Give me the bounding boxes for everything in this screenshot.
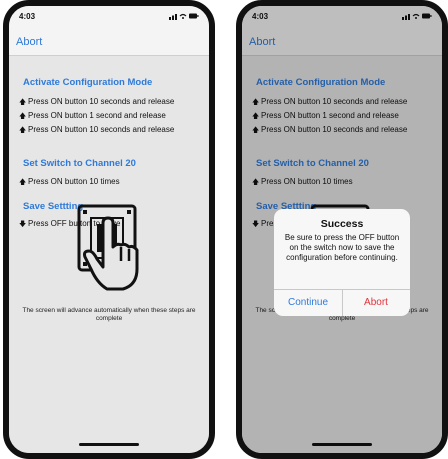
- continue-button[interactable]: Continue: [274, 289, 342, 316]
- alert-abort-button[interactable]: Abort: [342, 289, 410, 316]
- down-arrow-icon: 🡇: [19, 221, 27, 228]
- section-title-channel: Set Switch to Channel 20: [23, 158, 136, 169]
- home-indicator[interactable]: [79, 443, 139, 446]
- step-item: 🡅 Press ON button 1 second and release: [19, 111, 166, 123]
- screen: 4:03 Abort Activate Configuration Mode 🡅…: [242, 6, 442, 453]
- section-title-activate: Activate Configuration Mode: [23, 77, 153, 88]
- phone-screen-alert: 4:03 Abort Activate Configuration Mode 🡅…: [236, 0, 448, 459]
- success-alert: Success Be sure to press the OFF button …: [274, 209, 410, 316]
- up-arrow-icon: 🡅: [19, 99, 27, 106]
- alert-message: Be sure to press the OFF button on the s…: [284, 233, 400, 262]
- up-arrow-icon: 🡅: [19, 179, 27, 186]
- status-icons: [169, 12, 199, 22]
- status-time: 4:03: [19, 12, 36, 21]
- abort-nav-button[interactable]: Abort: [16, 36, 42, 48]
- step-item: 🡅 Press ON button 10 seconds and release: [19, 125, 174, 137]
- status-bar: 4:03: [9, 6, 209, 30]
- signal-wifi-battery-icon: [169, 13, 199, 20]
- step-item: 🡅 Press ON button 10 times: [19, 177, 120, 189]
- nav-bar: Abort: [9, 30, 209, 56]
- screen: 4:03 Abort Activate Configuration Mode 🡅…: [9, 6, 209, 453]
- alert-title: Success: [320, 218, 364, 230]
- step-item: 🡅 Press ON button 10 seconds and release: [19, 97, 174, 109]
- hand-pressing-switch-icon: [77, 204, 139, 291]
- up-arrow-icon: 🡅: [19, 127, 27, 134]
- up-arrow-icon: 🡅: [19, 113, 27, 120]
- advance-note: The screen will advance automatically wh…: [22, 307, 196, 322]
- phone-screen-instructions: 4:03 Abort Activate Configuration Mode 🡅…: [3, 0, 215, 459]
